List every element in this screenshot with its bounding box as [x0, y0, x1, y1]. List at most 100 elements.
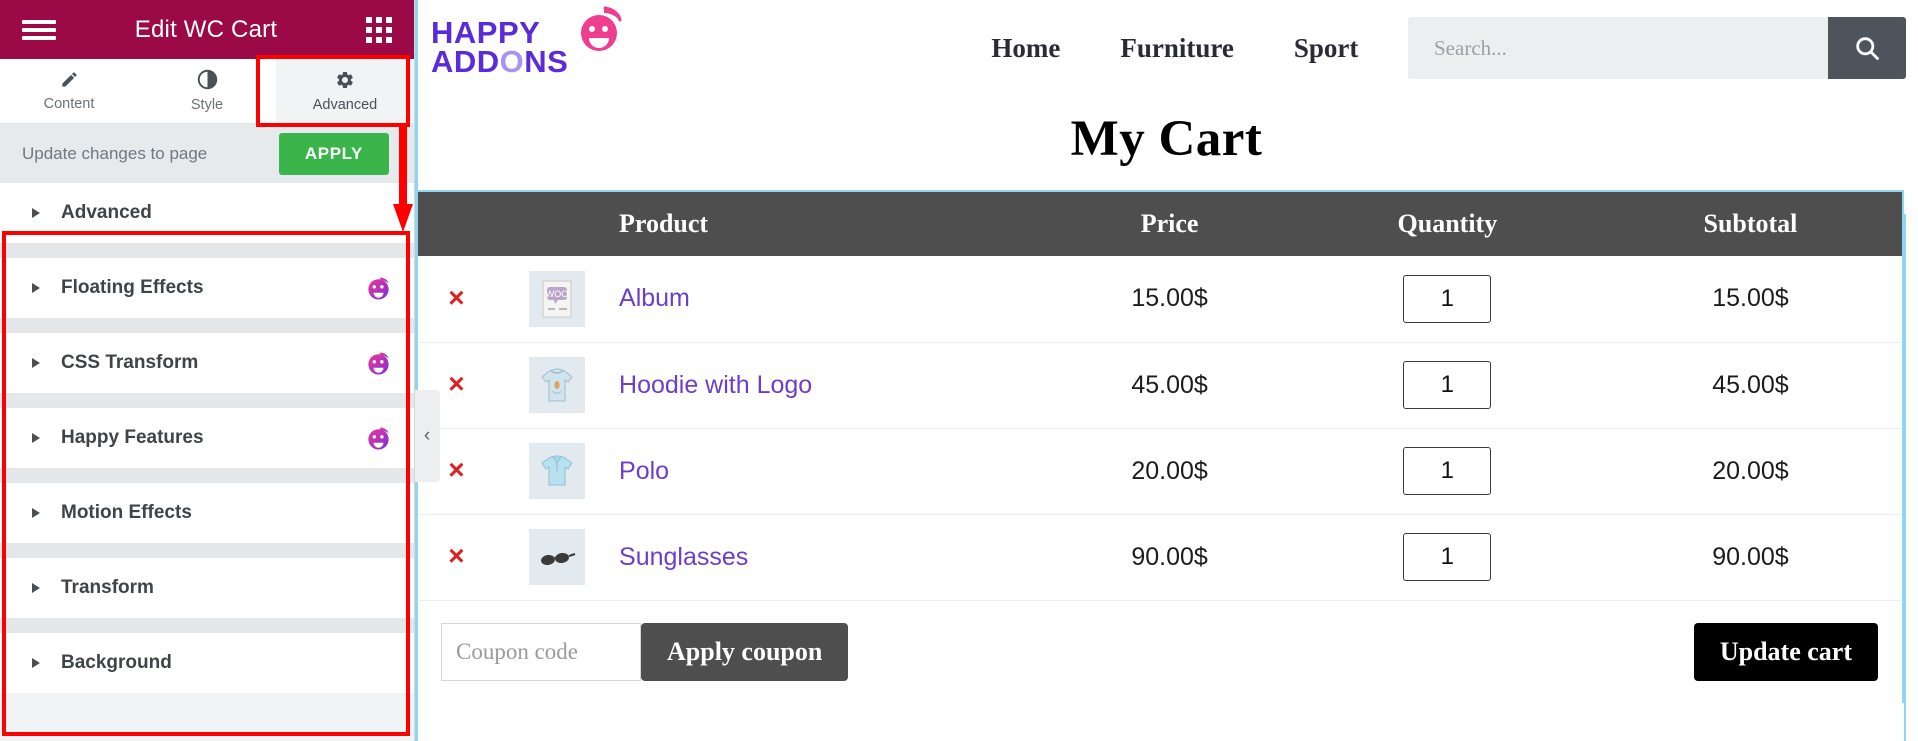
accordion-item-happy-features[interactable]: Happy Features [0, 408, 414, 468]
accordion-separator [0, 318, 414, 333]
cell-thumbnail: WOO [496, 256, 619, 342]
quantity-input[interactable] [1403, 361, 1492, 409]
page-preview: HAPPY ADDONS Home Furniture Sport Search… [414, 0, 1918, 741]
tab-content[interactable]: Content [0, 59, 138, 123]
sunglasses-icon[interactable] [529, 529, 586, 586]
search-button[interactable] [1828, 17, 1906, 79]
chevron-right-icon [32, 658, 40, 668]
search-input[interactable] [1408, 17, 1828, 79]
panel-header: Edit WC Cart [0, 0, 414, 59]
product-link[interactable]: Album [619, 284, 690, 312]
remove-item-icon[interactable]: × [448, 368, 464, 399]
quantity-input[interactable] [1403, 447, 1492, 495]
panel-title: Edit WC Cart [134, 15, 278, 43]
coupon-code-input[interactable] [441, 623, 641, 681]
accordion-item-motion-effects[interactable]: Motion Effects [0, 483, 414, 543]
apply-button[interactable]: APPLY [278, 132, 389, 175]
accordion-separator [0, 393, 414, 408]
product-link[interactable]: Hoodie with Logo [619, 371, 812, 399]
cell-remove: × [417, 256, 496, 342]
quantity-input[interactable] [1403, 533, 1492, 582]
nav-link-sport[interactable]: Sport [1294, 33, 1359, 64]
chevron-left-icon: ‹ [423, 425, 431, 446]
cell-quantity [1295, 427, 1599, 514]
gear-icon [335, 70, 355, 90]
chevron-right-icon [32, 508, 40, 518]
cell-price: 15.00$ [1131, 284, 1208, 313]
chevron-right-icon [32, 358, 40, 368]
polo-shirt-icon[interactable] [529, 443, 586, 499]
happy-addons-badge-icon [365, 425, 392, 452]
apply-coupon-button[interactable]: Apply coupon [641, 623, 849, 681]
accordion-separator [0, 618, 414, 633]
col-subtotal: Subtotal [1598, 192, 1902, 256]
cell-thumbnail [495, 341, 620, 428]
accordion-label: Background [61, 652, 172, 673]
happy-addons-badge-icon [365, 275, 392, 302]
cell-thumbnail [495, 427, 620, 514]
tab-style[interactable]: Style [138, 59, 276, 123]
cell-remove: × [417, 513, 496, 600]
remove-item-icon[interactable]: × [448, 282, 464, 313]
cell-price: 20.00$ [1043, 427, 1296, 514]
site-header: HAPPY ADDONS Home Furniture Sport [415, 0, 1918, 96]
pencil-icon [60, 70, 79, 89]
col-thumbnail [495, 192, 620, 256]
cell-quantity [1296, 256, 1599, 342]
preview-right-edge [1904, 214, 1906, 741]
remove-item-icon[interactable]: × [448, 454, 464, 485]
product-link[interactable]: Sunglasses [619, 543, 748, 571]
page-title: My Cart [1070, 111, 1263, 167]
tab-style-label: Style [190, 97, 224, 113]
apply-bar: Update changes to page APPLY [0, 124, 414, 183]
table-row: × [417, 341, 1902, 428]
accordion-label: Motion Effects [61, 502, 192, 523]
remove-item-icon[interactable]: × [448, 540, 464, 571]
cell-thumbnail [495, 513, 620, 600]
logo-line-1: HAPPY [431, 15, 541, 51]
chevron-right-icon [32, 433, 40, 443]
cell-subtotal: 90.00$ [1598, 513, 1902, 600]
quantity-input[interactable] [1403, 274, 1492, 323]
cell-product-name: Hoodie with Logo [619, 341, 1044, 428]
nav-link-home[interactable]: Home [991, 33, 1060, 64]
apply-bar-label: Update changes to page [22, 143, 208, 163]
accordion-label: Advanced [61, 202, 152, 223]
happy-addons-logo[interactable]: HAPPY ADDONS [431, 6, 622, 77]
cell-quantity [1295, 341, 1599, 428]
advanced-accordion-list: Advanced Floating Effects CSS Transform … [0, 183, 414, 741]
svg-text:WOO: WOO [546, 289, 569, 299]
cart-table: Product Price Quantity Subtotal × WOO Al… [417, 192, 1902, 600]
accordion-separator [0, 468, 414, 483]
accordion-item-css-transform[interactable]: CSS Transform [0, 333, 414, 393]
col-quantity: Quantity [1295, 192, 1599, 256]
grid-apps-icon[interactable] [366, 16, 392, 43]
accordion-separator [0, 243, 414, 258]
accordion-item-advanced[interactable]: Advanced [0, 183, 414, 243]
nav-link-furniture[interactable]: Furniture [1120, 33, 1234, 64]
happy-addons-badge-icon [365, 350, 392, 377]
accordion-item-transform[interactable]: Transform [0, 558, 414, 618]
hoodie-icon[interactable] [529, 357, 586, 413]
cart-table-head: Product Price Quantity Subtotal [417, 192, 1902, 256]
chevron-right-icon [32, 283, 40, 293]
table-row: × Polo 20.00$ 1 20.00$ [417, 427, 1902, 514]
cell-subtotal: 20.00$ [1598, 427, 1902, 514]
cell-product-name: Sunglasses [619, 513, 1044, 600]
cart-table-wrapper: Product Price Quantity Subtotal × WOO Al… [415, 190, 1904, 703]
panel-tabs: Content Style Advanced [0, 55, 414, 127]
product-link[interactable]: Polo [619, 457, 669, 485]
accordion-item-background[interactable]: Background [0, 633, 414, 693]
update-cart-button[interactable]: Update cart [1693, 623, 1878, 681]
accordion-item-floating-effects[interactable]: Floating Effects [0, 258, 414, 318]
preview-left-edge [415, 0, 418, 741]
cell-subtotal: 45.00$ [1598, 341, 1902, 428]
cart-table-body: × WOO Album 15.00$ 1 15.00$ × Hoodie wit… [417, 256, 1902, 600]
panel-collapse-handle[interactable]: ‹ [415, 390, 440, 482]
album-woo-icon[interactable]: WOO [529, 270, 586, 327]
table-header-row: Product Price Quantity Subtotal [417, 192, 1902, 256]
cell-quantity [1295, 513, 1599, 600]
accordion-label: Happy Features [61, 427, 204, 448]
tab-content-label: Content [43, 96, 95, 112]
tab-advanced[interactable]: Advanced [276, 59, 414, 123]
